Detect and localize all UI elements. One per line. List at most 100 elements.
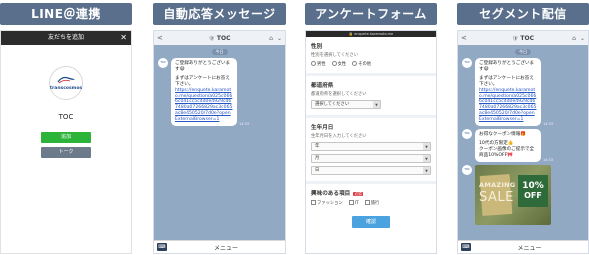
date-badge: 今日 — [211, 49, 228, 55]
option-label: IT — [354, 201, 359, 206]
gender-option-female[interactable]: 女性 — [331, 61, 347, 67]
add-friend-screen: 友だちを追加 ✕ transcosmos TOC 追加 トーク — [0, 30, 132, 254]
auto-reply-chat: < 🛡 TOC ⌂ ⌄ 今日 TOC ご登録ありがとうございます😄 まずはアンケー… — [153, 30, 286, 254]
interest-label: 興味のある項目 必須 — [311, 189, 431, 197]
gender-option-other[interactable]: その他 — [352, 61, 371, 67]
interest-label-text: 興味のある項目 — [311, 191, 351, 197]
account-name: TOC — [58, 113, 74, 121]
greeting-text: ご登録ありがとうございます😄 — [479, 61, 535, 72]
survey-link[interactable]: https://enquete.karamoto.me/question/a02… — [175, 88, 233, 123]
avatar: TOC — [158, 58, 168, 68]
radio-icon[interactable] — [352, 61, 358, 66]
message-row: TOC ご登録ありがとうございます😄 まずはアンケートにお答え下さい。 http… — [458, 58, 588, 127]
radio-icon[interactable] — [331, 61, 337, 66]
birth-day-select[interactable]: 日 ▼ — [311, 166, 431, 175]
add-friend-title: 友だちを追加 — [47, 34, 84, 41]
birthdate-hint: 生年月日を入力してください — [311, 134, 367, 139]
survey-link[interactable]: https://enquete.karamoto.me/question/a02… — [479, 88, 537, 123]
coupon-detail-text: クーポン画像のご提示で全商品10%OFF🎀 — [479, 146, 535, 158]
birth-year-select[interactable]: 年 ▼ — [311, 142, 431, 151]
gender-hint: 性別を選択してください — [311, 53, 359, 58]
panel-title-line-link: LINE＠連携 — [0, 3, 132, 25]
coupon-image-badge: 10% OFF — [518, 174, 548, 207]
chat-title: 🛡 TOC — [458, 35, 588, 42]
divider — [306, 115, 436, 118]
menu-button[interactable]: メニュー — [471, 243, 588, 252]
shield-icon: 🛡 — [208, 35, 215, 42]
message-bubble: ご登録ありがとうございます😄 まずはアンケートにお答え下さい。 https://… — [171, 58, 237, 127]
radio-icon[interactable] — [311, 61, 316, 66]
option-label: 男性 — [317, 62, 326, 67]
option-label: その他 — [358, 62, 372, 67]
message-time: 14:33 — [543, 122, 554, 127]
chat-header: < 🛡 TOC ⌂ ⌄ — [154, 31, 285, 45]
keyboard-icon[interactable]: ⌨ — [157, 243, 167, 251]
message-time: 14:33 — [543, 157, 554, 162]
prefecture-select[interactable]: 選択してください ▼ — [311, 100, 381, 109]
survey-prompt-text: まずはアンケートにお答え下さい。 — [175, 75, 230, 87]
date-badge: 今日 — [515, 49, 531, 55]
interest-option-it[interactable]: IT — [348, 200, 359, 206]
prefecture-hint: 都道府県を選択してください — [311, 92, 367, 97]
keyboard-icon[interactable]: ⌨ — [461, 243, 471, 251]
add-friend-header: 友だちを追加 ✕ — [1, 31, 131, 45]
option-label: 旅行 — [370, 201, 380, 206]
shield-icon: 🛡 — [512, 35, 519, 42]
required-badge: 必須 — [353, 192, 364, 196]
birthdate-label: 生年月日 — [311, 125, 334, 131]
birth-day-value: 日 — [315, 168, 320, 173]
coupon-image-off: OFF — [524, 190, 542, 200]
chevron-down-icon: ▼ — [423, 167, 430, 174]
message-row: TOC ご登録ありがとうございます😄 まずはアンケートにお答え下さい。 http… — [154, 58, 285, 127]
message-bubble: ご登録ありがとうございます😄 まずはアンケートにお答え下さい。 https://… — [475, 58, 541, 127]
chevron-down-icon: ▼ — [423, 143, 430, 150]
menu-button[interactable]: メニュー — [167, 243, 285, 252]
submit-button[interactable]: 確認 — [352, 216, 390, 228]
panel-title-segment: セグメント配信 — [457, 3, 589, 25]
gender-option-male[interactable]: 男性 — [311, 61, 326, 67]
checkbox-icon[interactable] — [364, 200, 370, 205]
survey-prompt-text: まずはアンケートにお答え下さい。 — [479, 75, 534, 87]
coupon-image-sale: SALE — [479, 189, 514, 205]
checkbox-icon[interactable] — [348, 200, 354, 205]
chat-title-text: TOC — [216, 34, 231, 42]
interest-options: ファッション IT 旅行 — [311, 200, 431, 206]
divider — [306, 181, 436, 184]
checkbox-icon[interactable] — [311, 200, 316, 205]
gender-options: 男性 女性 その他 — [311, 61, 431, 67]
avatar: TOC — [462, 58, 472, 68]
message-row: TOC お得なクーポン情報🎁 10代の方限定👍 クーポン画像のご提示で全商品10… — [458, 129, 588, 162]
message-time: 14:33 — [239, 122, 250, 127]
prefecture-select-value: 選択してください — [315, 102, 350, 107]
chat-title: 🛡 TOC — [154, 35, 285, 42]
divider — [306, 73, 436, 76]
add-friend-button[interactable]: 追加 — [41, 132, 91, 143]
coupon-message-bubble: お得なクーポン情報🎁 10代の方限定👍 クーポン画像のご提示で全商品10%OFF… — [475, 129, 541, 162]
chat-header: < 🛡 TOC ⌂ ⌄ — [458, 31, 588, 45]
interest-option-fashion[interactable]: ファッション — [311, 200, 343, 206]
greeting-text: ご登録ありがとうございます😄 — [175, 61, 231, 72]
panel-title-auto-reply: 自動応答メッセージ — [153, 3, 286, 25]
coupon-image[interactable]: AMAZING SALE 10% OFF — [475, 164, 551, 225]
chat-title-text: TOC — [520, 34, 534, 42]
survey-form-screen: 🔒 enquete.karamoto.me 性別 性別を選択してください 男性 … — [305, 30, 437, 254]
panel-title-survey-form: アンケートフォーム — [305, 3, 437, 25]
logo-text: transcosmos — [49, 86, 83, 91]
coupon-title-text: お得なクーポン情報🎁 — [479, 132, 527, 138]
coupon-image-percent: 10% — [522, 180, 544, 191]
chat-footer: ⌨ メニュー — [154, 240, 285, 253]
prefecture-label: 都道府県 — [311, 83, 334, 89]
talk-button[interactable]: トーク — [41, 147, 91, 158]
chat-footer: ⌨ メニュー — [458, 240, 588, 253]
close-icon[interactable]: ✕ — [120, 31, 127, 45]
message-row: TOC AMAZING SALE 10% OFF — [458, 164, 588, 225]
coupon-image-amazing: AMAZING — [479, 180, 516, 189]
option-label: 女性 — [337, 62, 347, 67]
birth-month-select[interactable]: 月 ▼ — [311, 154, 431, 163]
interest-option-travel[interactable]: 旅行 — [364, 200, 380, 206]
survey-form: 性別 性別を選択してください 男性 女性 その他 都道府県 都道府県を選択してく… — [306, 37, 436, 232]
avatar: TOC — [462, 164, 472, 175]
option-label: ファッション — [317, 201, 343, 206]
logo-swirl-icon — [57, 76, 75, 84]
gender-label: 性別 — [311, 44, 323, 50]
